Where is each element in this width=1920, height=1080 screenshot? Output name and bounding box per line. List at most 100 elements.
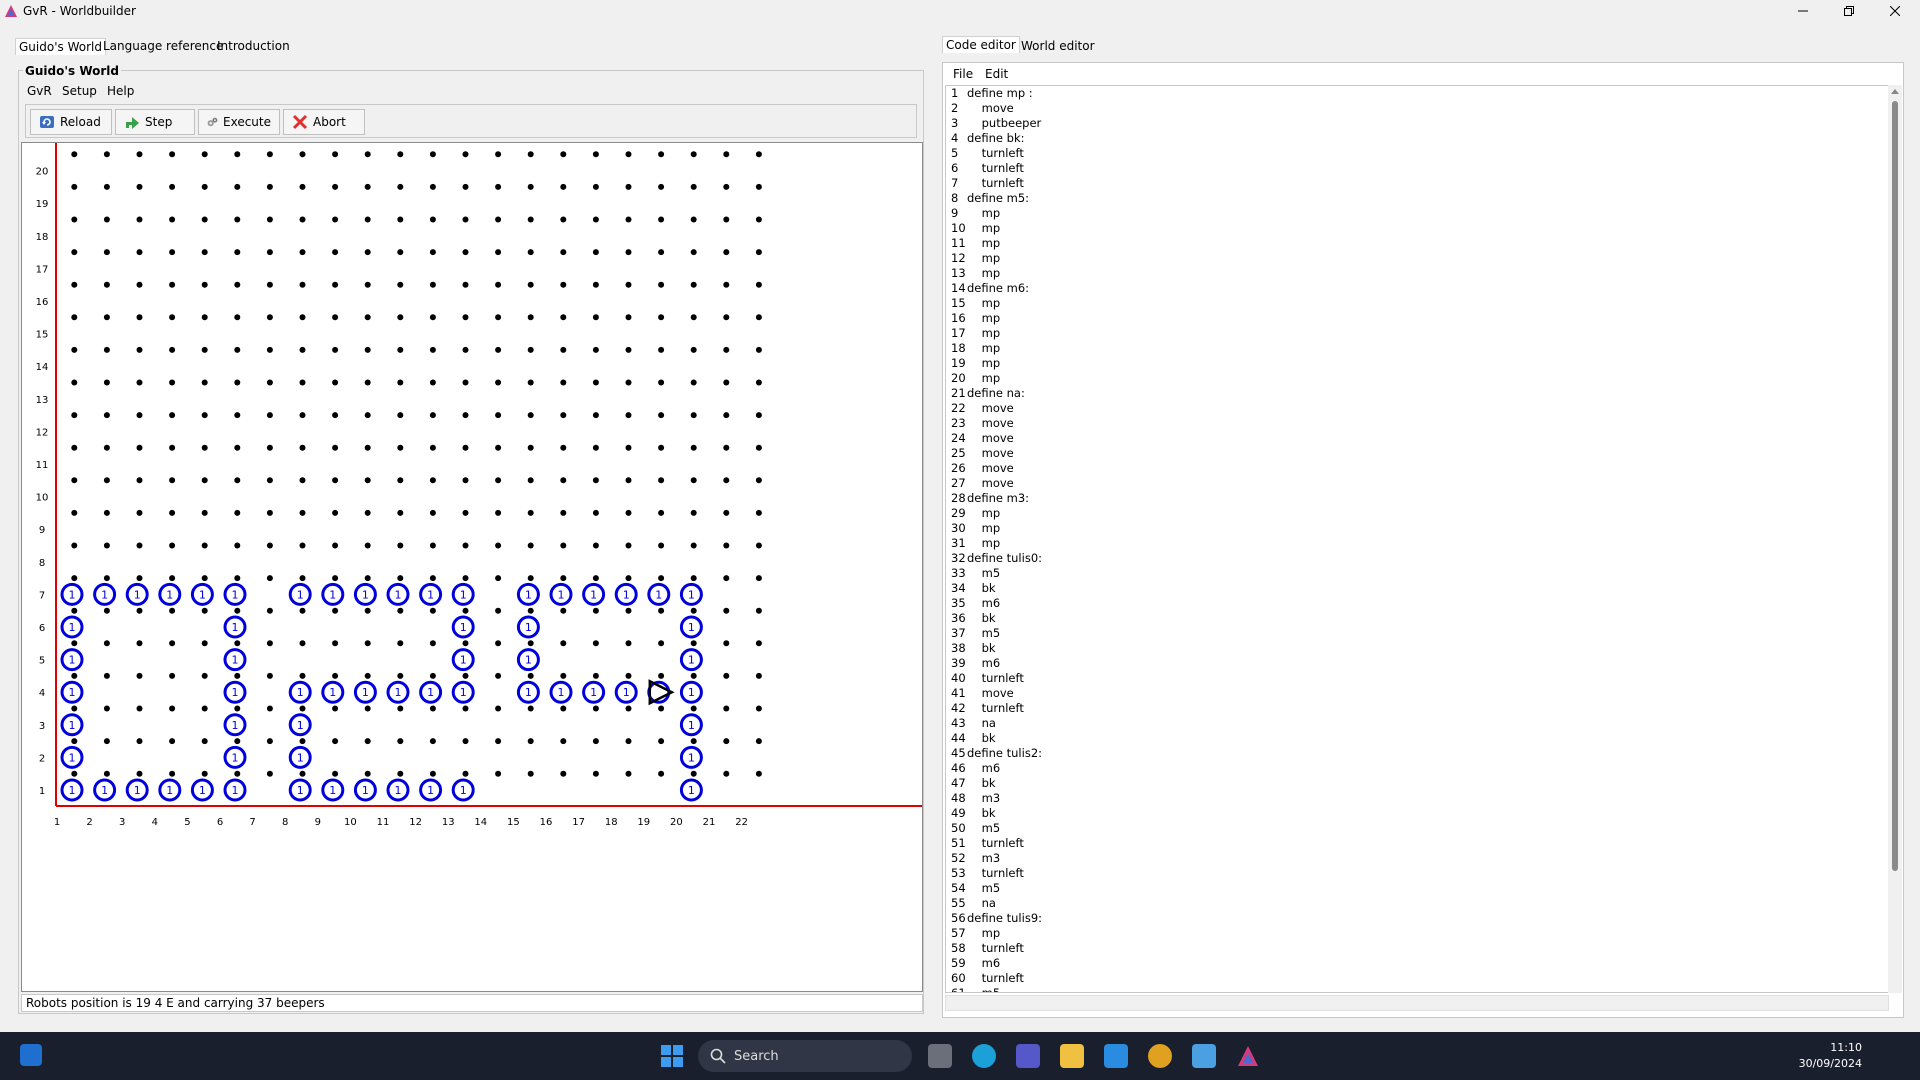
line-number: 10 [951, 221, 966, 235]
world-canvas[interactable]: 1 2 3 4 5 6 7 8 9 10 11 12 13 14 15 16 17 18 19 20 21 22 1 2 3 4 5… [21, 142, 923, 992]
corner-dot [658, 412, 665, 419]
corner-dot [299, 640, 306, 647]
line-text: bk [967, 611, 996, 625]
scrollbar-thumb[interactable] [1892, 101, 1898, 871]
windows-start-icon[interactable] [660, 1044, 684, 1068]
vertical-scrollbar[interactable] [1888, 85, 1902, 993]
beeper-count: 1 [232, 621, 239, 634]
line-text: define tulis9: [967, 911, 1043, 925]
clock[interactable]: 11:10 30/09/2024 [1799, 1040, 1862, 1072]
corner-dot [723, 346, 730, 353]
corner-dot [364, 477, 371, 484]
menu-file[interactable]: File [953, 67, 973, 81]
corner-dot [71, 379, 78, 386]
corner-dot [364, 738, 371, 745]
tab-introduction[interactable]: Introduction [214, 38, 293, 54]
corner-dot [495, 672, 502, 679]
corner-dot [690, 444, 697, 451]
corner-dot [332, 249, 339, 256]
line-number: 55 [951, 896, 966, 910]
file-explorer-icon[interactable] [1060, 1044, 1084, 1068]
beeper-count: 1 [460, 621, 467, 634]
corner-dot [429, 346, 436, 353]
taskbar-search[interactable]: Search [698, 1040, 912, 1072]
corner-dot [234, 346, 241, 353]
step-label: Step [145, 115, 173, 129]
corner-dot [560, 640, 567, 647]
y-axis-label: 11 [36, 460, 49, 471]
menu-edit[interactable]: Edit [985, 67, 1008, 81]
code-line: 38 bk [946, 641, 1886, 656]
tab-language-reference[interactable]: Language reference [100, 38, 226, 54]
minimize-button[interactable] [1780, 0, 1826, 22]
code-line: 8 define m5: [946, 191, 1886, 206]
corner-dot [397, 672, 404, 679]
corner-dot [234, 770, 241, 777]
corner-dot [495, 216, 502, 223]
corner-dot [625, 183, 632, 190]
corner-dot [429, 575, 436, 582]
line-number: 24 [951, 431, 966, 445]
corner-dot [690, 183, 697, 190]
x-axis-label: 5 [184, 817, 190, 828]
menu-help[interactable]: Help [107, 84, 134, 98]
tab-guidos-world[interactable]: Guido's World [15, 38, 106, 55]
corner-dot [299, 151, 306, 158]
step-button[interactable]: Step [115, 109, 195, 135]
corner-dot [462, 281, 469, 288]
corner-dot [592, 183, 599, 190]
line-text: mp [967, 206, 1001, 220]
corner-dot [136, 412, 143, 419]
corner-dot [397, 281, 404, 288]
line-text: mp [967, 296, 1001, 310]
chrome-icon[interactable] [1148, 1044, 1172, 1068]
close-button[interactable] [1872, 0, 1918, 22]
restore-button[interactable] [1826, 0, 1872, 22]
corner-dot [136, 249, 143, 256]
corner-dot [625, 705, 632, 712]
corner-dot [527, 738, 534, 745]
code-line: 13 mp [946, 266, 1886, 281]
corner-dot [723, 738, 730, 745]
line-number: 1 [951, 86, 959, 100]
beeper-count: 1 [395, 784, 402, 797]
edge-icon[interactable] [972, 1044, 996, 1068]
corner-dot [560, 216, 567, 223]
corner-dot [397, 607, 404, 614]
code-text-area[interactable]: 1 define mp :2 move 3 putbeeper 4 define bk:… [945, 85, 1889, 993]
teams-icon[interactable] [1016, 1044, 1040, 1068]
beeper-count: 1 [101, 784, 108, 797]
reload-button[interactable]: Reload [30, 109, 112, 135]
editor-panel: Code editor World editor File Edit 1 defi… [942, 36, 1910, 1018]
x-axis-label: 10 [344, 817, 357, 828]
corner-dot [71, 575, 78, 582]
corner-dot [397, 738, 404, 745]
menu-setup[interactable]: Setup [62, 84, 97, 98]
menu-gvr[interactable]: GvR [27, 84, 52, 98]
line-text: turnleft [967, 836, 1024, 850]
tab-world-editor[interactable]: World editor [1018, 38, 1098, 54]
corner-dot [429, 444, 436, 451]
gvr-icon[interactable] [1236, 1044, 1260, 1068]
abort-button[interactable]: Abort [283, 109, 365, 135]
task-view-icon[interactable] [928, 1044, 952, 1068]
corner-dot [266, 281, 273, 288]
beeper-count: 1 [297, 686, 304, 699]
corner-dot [495, 444, 502, 451]
corner-dot [690, 607, 697, 614]
line-text: mp [967, 371, 1001, 385]
corner-dot [332, 346, 339, 353]
execute-button[interactable]: Execute [198, 109, 280, 135]
code-line: 11 mp [946, 236, 1886, 251]
corner-dot [332, 738, 339, 745]
notepad-icon[interactable] [1192, 1044, 1216, 1068]
horizontal-scrollbar[interactable] [945, 995, 1889, 1011]
line-text: turnleft [967, 671, 1024, 685]
vscode-icon[interactable] [1104, 1044, 1128, 1068]
tab-code-editor[interactable]: Code editor [942, 36, 1020, 53]
widgets-icon[interactable] [20, 1044, 42, 1066]
beeper-count: 1 [69, 621, 76, 634]
corner-dot [169, 607, 176, 614]
corner-dot [234, 672, 241, 679]
corner-dot [169, 509, 176, 516]
